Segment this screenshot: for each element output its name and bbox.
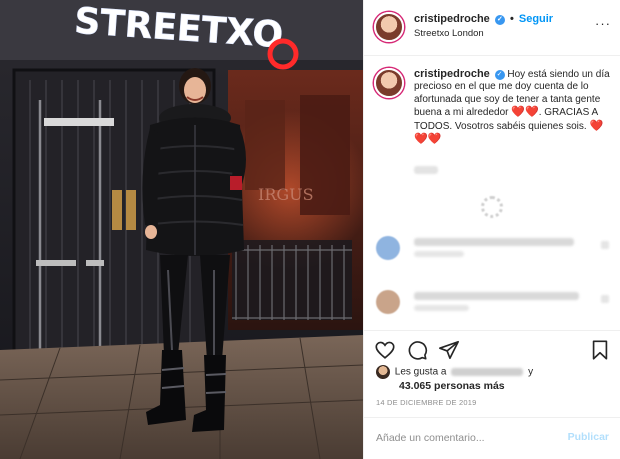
comment-text-blurred <box>414 238 574 246</box>
caption-text: cristipedroche ✓ Hoy está siendo un día … <box>414 68 610 146</box>
caption-avatar[interactable] <box>374 68 404 98</box>
likes-suffix: y <box>528 366 534 378</box>
verified-badge-icon: ✓ <box>494 15 505 25</box>
caption-verified-badge-icon: ✓ <box>494 70 505 80</box>
caption-hearts-inline: ❤️❤️ <box>511 106 539 119</box>
header-username-row: cristipedroche ✓ • Seguir <box>414 13 553 25</box>
liker-avatar[interactable] <box>376 365 390 379</box>
comment-meta-blurred <box>414 251 464 257</box>
load-more-comments-icon[interactable] <box>481 196 503 218</box>
likes-prefix: Les gusta a <box>394 366 447 378</box>
post-sidebar: cristipedroche ✓ • Seguir Streetxo Londo… <box>363 0 620 459</box>
comment-like-icon[interactable] <box>601 241 609 249</box>
heart-icon[interactable] <box>374 339 396 361</box>
comment-like-icon[interactable] <box>601 295 609 303</box>
comment-form: Publicar <box>364 417 620 459</box>
photo-scene: STREETXO IRGUS <box>0 0 363 459</box>
share-icon[interactable] <box>438 339 460 361</box>
post-date[interactable]: 14 DE DICIEMBRE DE 2019 <box>376 398 476 407</box>
comment-text-blurred <box>414 292 579 300</box>
more-options-icon[interactable]: ··· <box>595 16 611 31</box>
publish-button[interactable]: Publicar <box>568 431 609 443</box>
caption-timestamp-blurred <box>414 166 438 174</box>
action-bar <box>364 330 620 366</box>
post-location[interactable]: Streetxo London <box>414 28 484 39</box>
follow-button[interactable]: Seguir <box>519 13 553 25</box>
commenter-avatar[interactable] <box>376 236 400 260</box>
svg-text:IRGUS: IRGUS <box>258 185 314 204</box>
bookmark-icon[interactable] <box>589 339 611 361</box>
likes-row: Les gusta a y <box>376 365 616 379</box>
post-header: cristipedroche ✓ • Seguir Streetxo Londo… <box>364 0 620 56</box>
comment-item <box>364 232 620 262</box>
header-separator: • <box>509 13 514 25</box>
author-username[interactable]: cristipedroche <box>414 13 490 25</box>
liker-name-blurred[interactable] <box>451 368 524 376</box>
likes-count[interactable]: 43.065 personas más <box>399 380 505 392</box>
comment-input[interactable] <box>376 429 556 447</box>
comment-item <box>364 286 620 316</box>
comment-icon[interactable] <box>406 339 428 361</box>
post-photo[interactable]: STREETXO IRGUS <box>0 0 363 459</box>
commenter-avatar[interactable] <box>376 290 400 314</box>
caption-username[interactable]: cristipedroche <box>414 68 490 80</box>
author-avatar[interactable] <box>374 12 404 42</box>
comment-meta-blurred <box>414 305 469 311</box>
